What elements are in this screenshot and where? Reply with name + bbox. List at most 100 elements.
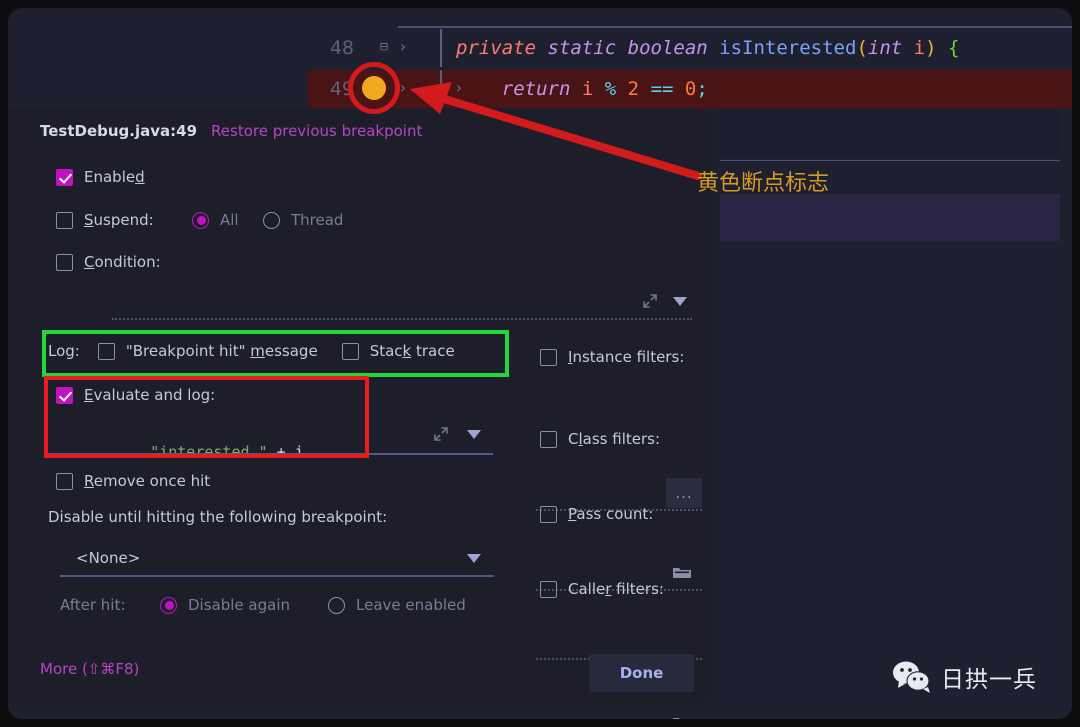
instance-filters-row[interactable]: Instance filters: [540,348,684,366]
code-token: 0 [684,78,697,100]
code-token: { [948,37,960,59]
radio-leave-enabled[interactable] [328,596,345,614]
editor-top-divider [398,26,1072,28]
chevron-right-icon: › [398,78,408,97]
chevron-right-icon-2: › [454,78,464,97]
suspend-option-thread[interactable]: Thread [263,211,343,229]
radio-all-label: All [220,211,239,229]
pass-count-row[interactable]: Pass count: [540,505,653,523]
stack-trace-label: Stack trace [369,342,455,360]
evaluate-and-log-label: Evaluate and log: [84,386,216,404]
log-row: Log: "Breakpoint hit" message Stack trac… [48,334,455,368]
code-token: 2 [627,78,640,100]
wechat-logo-icon [893,661,930,693]
disable-until-dropdown-value[interactable]: <None> [76,549,140,567]
instance-filters-more-button[interactable]: ... [666,478,702,508]
radio-disable-again-label: Disable again [188,596,290,614]
code-token: == [650,78,674,100]
radio-thread[interactable] [263,211,280,229]
line-number-48: 48 [329,37,354,59]
instance-filters-checkbox[interactable] [540,348,557,366]
ellipsis-icon: ... [675,484,693,502]
after-hit-row: After hit: [60,596,125,614]
breakpoint-settings-dialog: TestDebug.java:49 Restore previous break… [8,108,712,719]
expand-icon-evaluate[interactable] [432,425,450,443]
class-filters-label: Class filters: [568,430,661,448]
breakpoint-marker-icon[interactable] [362,76,386,100]
suspend-row[interactable]: Suspend: [56,211,154,229]
fold-minus-icon[interactable]: ⊟ [376,39,392,55]
gutter-divider [440,70,442,108]
after-hit-option-leave-enabled[interactable]: Leave enabled [328,596,466,614]
log-message-checkbox[interactable] [97,342,115,360]
code-token: isInterested [719,37,857,59]
ide-window: 48 ⊟ › private static boolean isInterest… [8,8,1072,719]
evaluate-field-underline [48,453,493,455]
dialog-header: TestDebug.java:49 Restore previous break… [40,122,422,140]
after-hit-option-disable-again[interactable]: Disable again [160,596,290,614]
code-line-48[interactable]: 48 ⊟ › private static boolean isInterest… [308,29,1072,67]
stack-trace-checkbox[interactable] [341,342,359,360]
radio-disable-again[interactable] [160,596,177,614]
code-line-49[interactable]: 49 › › return i % 2 == 0; [308,70,1072,108]
dropdown-caret-evaluate[interactable] [467,430,481,439]
log-message-checkbox-wrap[interactable] [89,334,123,368]
dropdown-caret-disable-until[interactable] [467,554,481,563]
folder-icon-class-filters[interactable] [672,565,692,580]
radio-all[interactable] [192,211,209,229]
class-filters-row[interactable]: Class filters: [540,430,660,448]
condition-row[interactable]: Condition: [56,253,161,271]
expand-icon-condition[interactable] [641,292,659,310]
log-message-label: "Breakpoint hit" message [125,342,318,360]
evaluate-and-log-checkbox[interactable] [56,386,73,404]
code-token: static [547,37,617,59]
condition-checkbox[interactable] [56,253,73,271]
remove-once-hit-row[interactable]: Remove once hit [56,472,210,490]
editor-line-separator [720,160,1060,161]
pass-count-label: Pass count: [568,505,654,523]
evaluate-expression-field[interactable]: "interested " + i [96,425,304,479]
code-token: ( [856,37,868,59]
gutter-divider [440,29,442,67]
code-token: boolean [627,37,708,59]
code-token: ; [696,78,708,100]
caller-filters-label: Caller filters: [568,580,664,598]
caller-filters-checkbox[interactable] [540,580,557,598]
remove-once-hit-checkbox[interactable] [56,472,73,490]
chevron-right-icon: › [398,37,408,56]
more-options-link[interactable]: More (⇧⌘F8) [40,660,139,678]
code-token: % [604,78,617,100]
instance-filters-label: Instance filters: [568,348,685,366]
folder-icon-caller-filters[interactable] [672,715,692,719]
page-title: TestDebug.java:49 [40,122,198,140]
code-token: return [501,78,571,100]
watermark-text: 日拱一兵 [941,667,1037,693]
code-token: i [913,37,926,59]
gutter-48[interactable]: ⊟ › [354,29,446,67]
class-filters-checkbox[interactable] [540,430,557,448]
pass-count-checkbox[interactable] [540,505,557,523]
condition-label: Condition: [84,253,161,271]
code-text-49: return i % 2 == 0; [446,78,708,100]
done-button[interactable]: Done [589,654,694,692]
enabled-row[interactable]: Enabled [56,168,145,186]
editor-highlight-block [720,108,1060,156]
enabled-checkbox[interactable] [56,168,73,186]
line-number-49: 49 [329,78,354,100]
evaluate-and-log-row[interactable]: Evaluate and log: [56,386,215,404]
code-text-48: private static boolean isInterested(int … [446,37,959,59]
dropdown-caret-condition[interactable] [673,297,687,306]
after-hit-label: After hit: [60,596,126,614]
expression-operator: + [267,443,295,461]
restore-previous-breakpoint-link[interactable]: Restore previous breakpoint [211,122,422,140]
caller-filters-row[interactable]: Caller filters: [540,580,664,598]
suspend-label: Suspend: [84,211,154,229]
suspend-option-all[interactable]: All [192,211,239,229]
suspend-checkbox[interactable] [56,211,73,229]
